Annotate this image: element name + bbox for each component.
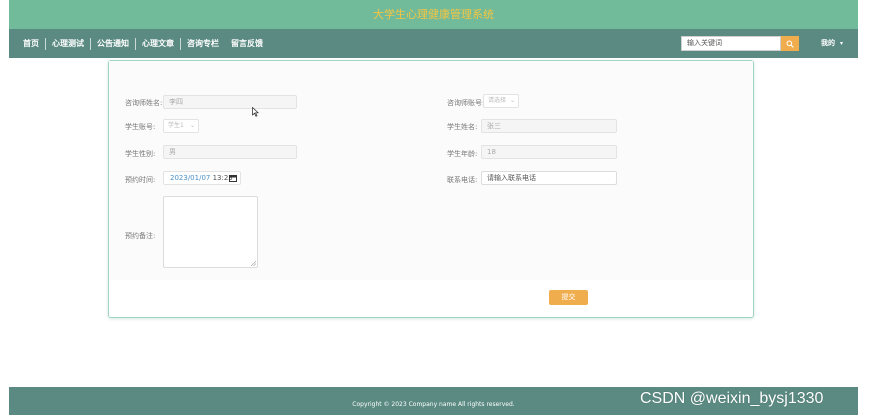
student-gender-label: 学生性别: xyxy=(125,150,156,158)
my-account-menu[interactable]: 我的 ▾ xyxy=(821,29,843,58)
appointment-time-input[interactable]: 2023/01/07 13:23 xyxy=(163,171,241,185)
resize-grip-icon[interactable] xyxy=(251,261,256,266)
nav-item-announcements[interactable]: 公告通知 xyxy=(91,38,135,49)
counselor-name-field: 李四 xyxy=(163,95,297,109)
remark-textarea[interactable] xyxy=(163,196,258,268)
app-header: 大学生心理健康管理系统 xyxy=(9,0,858,29)
nav-item-consult-column[interactable]: 咨询专栏 xyxy=(181,38,225,49)
phone-input[interactable]: 请输入联系电话 xyxy=(481,171,617,185)
search-button[interactable] xyxy=(781,36,799,51)
app-title: 大学生心理健康管理系统 xyxy=(373,8,494,21)
search-icon xyxy=(786,40,794,48)
appointment-form-panel: 咨询师姓名: 李四 咨询师账号: 请选择 ⌄ 学生账号: 学生1 ⌄ 学生姓名: 张… xyxy=(108,60,754,318)
student-id-label: 学生账号: xyxy=(125,123,156,131)
my-account-label: 我的 xyxy=(821,39,835,47)
form-area: 咨询师姓名: 李四 咨询师账号: 请选择 ⌄ 学生账号: 学生1 ⌄ 学生姓名: 张… xyxy=(109,61,753,280)
chevron-down-icon: ⌄ xyxy=(509,97,515,104)
chevron-down-icon: ⌄ xyxy=(189,122,195,129)
counselor-id-value: 请选择 xyxy=(488,97,507,104)
student-id-value: 学生1 xyxy=(168,122,184,129)
mouse-cursor-icon xyxy=(252,107,259,117)
student-gender-field: 男 xyxy=(163,145,297,159)
student-age-field: 18 xyxy=(481,145,617,159)
copyright-text: Copyright © 2023 Company name All rights… xyxy=(352,401,515,408)
counselor-id-label: 咨询师账号: xyxy=(447,99,485,107)
counselor-id-select[interactable]: 请选择 ⌄ xyxy=(483,94,519,108)
search-input[interactable]: 输入关键词 xyxy=(681,36,781,51)
phone-label: 联系电话: xyxy=(447,176,478,184)
main-nav: 首页 心理测试 公告通知 心理文章 咨询专栏 留言反馈 输入关键词 我的 ▾ xyxy=(9,29,858,58)
nav-item-articles[interactable]: 心理文章 xyxy=(136,38,180,49)
student-name-label: 学生姓名: xyxy=(447,123,478,131)
nav-item-home[interactable]: 首页 xyxy=(17,38,45,49)
student-name-field: 张三 xyxy=(481,119,617,133)
submit-button[interactable]: 提交 xyxy=(549,290,588,305)
appointment-time-label: 预约时间: xyxy=(125,176,156,184)
nav-item-feedback[interactable]: 留言反馈 xyxy=(225,38,269,49)
student-age-label: 学生年龄: xyxy=(447,150,478,158)
remark-label: 预约备注: xyxy=(125,232,156,240)
nav-items: 首页 心理测试 公告通知 心理文章 咨询专栏 留言反馈 xyxy=(9,29,269,58)
counselor-name-label: 咨询师姓名: xyxy=(125,99,163,107)
student-id-select[interactable]: 学生1 ⌄ xyxy=(163,119,199,133)
nav-item-psych-test[interactable]: 心理测试 xyxy=(46,38,90,49)
calendar-icon[interactable] xyxy=(229,174,237,182)
chevron-down-icon: ▾ xyxy=(840,40,844,47)
appointment-date-value: 2023/01/07 xyxy=(170,174,211,182)
watermark-text: CSDN @weixin_bysj1330 xyxy=(640,390,824,407)
